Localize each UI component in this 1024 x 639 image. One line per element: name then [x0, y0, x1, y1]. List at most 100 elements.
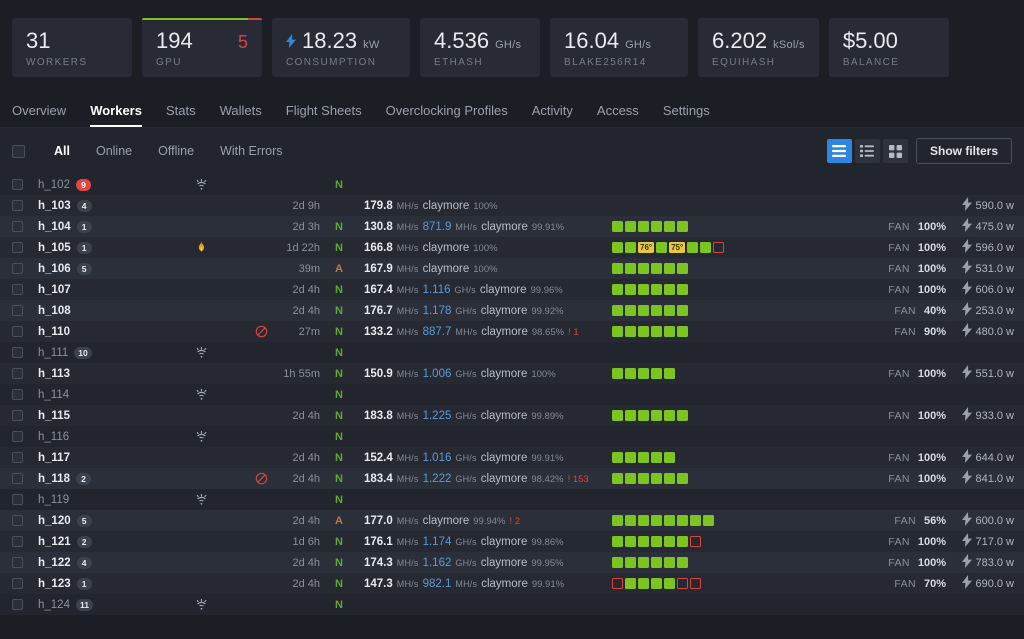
- gpu-chip-ok[interactable]: [612, 557, 623, 568]
- gpu-chip-error[interactable]: [713, 242, 724, 253]
- row-checkbox[interactable]: [12, 557, 23, 568]
- gpu-chip-ok[interactable]: [638, 410, 649, 421]
- gpu-chip-ok[interactable]: [651, 368, 662, 379]
- gpu-chip-warn[interactable]: 76°: [638, 242, 654, 253]
- gpu-chip-ok[interactable]: [625, 263, 636, 274]
- gpu-chip-ok[interactable]: [664, 326, 675, 337]
- row-checkbox[interactable]: [12, 200, 23, 211]
- row-checkbox[interactable]: [12, 473, 23, 484]
- gpu-chip-ok[interactable]: [677, 557, 688, 568]
- gpu-chip-ok[interactable]: [638, 557, 649, 568]
- table-row[interactable]: h_1051 1d 22hN166.8 MH/sclaymore100%76°7…: [0, 237, 1024, 258]
- gpu-chip-error[interactable]: [677, 578, 688, 589]
- gpu-chip-ok[interactable]: [690, 515, 701, 526]
- gpu-chip-ok[interactable]: [651, 515, 662, 526]
- table-row[interactable]: h_106539mA167.9 MH/sclaymore100%FAN 100%…: [0, 258, 1024, 279]
- gpu-chip-ok[interactable]: [651, 452, 662, 463]
- table-row[interactable]: h_11110 N: [0, 342, 1024, 363]
- table-row[interactable]: h_12242d 4hN174.3 MH/s1.162 GH/sclaymore…: [0, 552, 1024, 573]
- table-row[interactable]: h_1082d 4hN176.7 MH/s1.178 GH/sclaymore9…: [0, 300, 1024, 321]
- row-checkbox[interactable]: [12, 242, 23, 253]
- table-row[interactable]: h_1072d 4hN167.4 MH/s1.116 GH/sclaymore9…: [0, 279, 1024, 300]
- gpu-chip-ok[interactable]: [625, 326, 636, 337]
- nav-item-activity[interactable]: Activity: [520, 103, 585, 127]
- gpu-chip-ok[interactable]: [638, 326, 649, 337]
- table-row[interactable]: h_1172d 4hN152.4 MH/s1.016 GH/sclaymore9…: [0, 447, 1024, 468]
- stat-card-consumption[interactable]: 18.23kWCONSUMPTION: [272, 18, 410, 77]
- gpu-chip-ok[interactable]: [677, 284, 688, 295]
- gpu-chip-ok[interactable]: [638, 368, 649, 379]
- gpu-chip-ok[interactable]: [638, 536, 649, 547]
- gpu-chip-ok[interactable]: [625, 305, 636, 316]
- gpu-chip-ok[interactable]: [651, 284, 662, 295]
- table-row[interactable]: h_12121d 6hN176.1 MH/s1.174 GH/sclaymore…: [0, 531, 1024, 552]
- nav-item-overclocking-profiles[interactable]: Overclocking Profiles: [374, 103, 520, 127]
- gpu-chip-ok[interactable]: [638, 263, 649, 274]
- gpu-chip-ok[interactable]: [612, 263, 623, 274]
- gpu-chip-ok[interactable]: [677, 410, 688, 421]
- row-checkbox[interactable]: [12, 347, 23, 358]
- gpu-chip-ok[interactable]: [625, 452, 636, 463]
- table-row[interactable]: h_116 N: [0, 426, 1024, 447]
- table-row[interactable]: h_12411 N: [0, 594, 1024, 615]
- gpu-chip-ok[interactable]: [625, 221, 636, 232]
- show-filters-button[interactable]: Show filters: [916, 138, 1012, 164]
- row-checkbox[interactable]: [12, 410, 23, 421]
- table-row[interactable]: h_1029 N: [0, 174, 1024, 195]
- table-row[interactable]: h_10342d 9h179.8 MH/sclaymore100% 590.0 …: [0, 195, 1024, 216]
- gpu-chip-ok[interactable]: [687, 242, 698, 253]
- gpu-chip-error[interactable]: [690, 578, 701, 589]
- nav-item-settings[interactable]: Settings: [651, 103, 722, 127]
- table-row[interactable]: h_1182 2d 4hN183.4 MH/s1.222 GH/sclaymor…: [0, 468, 1024, 489]
- gpu-chip-ok[interactable]: [664, 557, 675, 568]
- gpu-chip-ok[interactable]: [677, 305, 688, 316]
- table-row[interactable]: h_12312d 4hN147.3 MH/s982.1 MH/sclaymore…: [0, 573, 1024, 594]
- gpu-chip-ok[interactable]: [656, 242, 667, 253]
- gpu-chip-ok[interactable]: [612, 515, 623, 526]
- gpu-chip-ok[interactable]: [612, 305, 623, 316]
- filter-online[interactable]: Online: [83, 144, 145, 158]
- gpu-chip-ok[interactable]: [651, 473, 662, 484]
- grid-view-icon[interactable]: [883, 139, 908, 163]
- gpu-chip-ok[interactable]: [612, 473, 623, 484]
- stat-card-equihash[interactable]: 6.202kSol/sEQUIHASH: [698, 18, 819, 77]
- gpu-chip-ok[interactable]: [638, 452, 649, 463]
- gpu-chip-ok[interactable]: [638, 515, 649, 526]
- row-checkbox[interactable]: [12, 431, 23, 442]
- table-row[interactable]: h_1131h 55mN150.9 MH/s1.006 GH/sclaymore…: [0, 363, 1024, 384]
- table-row[interactable]: h_12052d 4hA177.0 MH/sclaymore99.94%! 2F…: [0, 510, 1024, 531]
- gpu-chip-ok[interactable]: [664, 515, 675, 526]
- gpu-chip-ok[interactable]: [625, 242, 636, 253]
- gpu-chip-ok[interactable]: [703, 515, 714, 526]
- table-row[interactable]: h_119 N: [0, 489, 1024, 510]
- gpu-chip-ok[interactable]: [664, 452, 675, 463]
- gpu-chip-error[interactable]: [690, 536, 701, 547]
- row-checkbox[interactable]: [12, 536, 23, 547]
- row-checkbox[interactable]: [12, 368, 23, 379]
- nav-item-access[interactable]: Access: [585, 103, 651, 127]
- list-view-icon[interactable]: [827, 139, 852, 163]
- table-row[interactable]: h_110 27mN133.2 MH/s887.7 MH/sclaymore98…: [0, 321, 1024, 342]
- gpu-chip-ok[interactable]: [612, 242, 623, 253]
- gpu-chip-ok[interactable]: [664, 221, 675, 232]
- row-checkbox[interactable]: [12, 389, 23, 400]
- nav-item-overview[interactable]: Overview: [12, 103, 78, 127]
- row-checkbox[interactable]: [12, 452, 23, 463]
- gpu-chip-error[interactable]: [612, 578, 623, 589]
- gpu-chip-ok[interactable]: [651, 410, 662, 421]
- row-checkbox[interactable]: [12, 284, 23, 295]
- gpu-chip-ok[interactable]: [664, 536, 675, 547]
- row-checkbox[interactable]: [12, 326, 23, 337]
- gpu-chip-ok[interactable]: [651, 326, 662, 337]
- gpu-chip-ok[interactable]: [625, 368, 636, 379]
- gpu-chip-ok[interactable]: [612, 221, 623, 232]
- gpu-chip-ok[interactable]: [677, 536, 688, 547]
- gpu-chip-ok[interactable]: [612, 326, 623, 337]
- gpu-chip-warn[interactable]: 75°: [669, 242, 685, 253]
- gpu-chip-ok[interactable]: [625, 473, 636, 484]
- stat-card-workers[interactable]: 31WORKERS: [12, 18, 132, 77]
- row-checkbox[interactable]: [12, 515, 23, 526]
- gpu-chip-ok[interactable]: [612, 368, 623, 379]
- gpu-chip-ok[interactable]: [651, 221, 662, 232]
- row-checkbox[interactable]: [12, 599, 23, 610]
